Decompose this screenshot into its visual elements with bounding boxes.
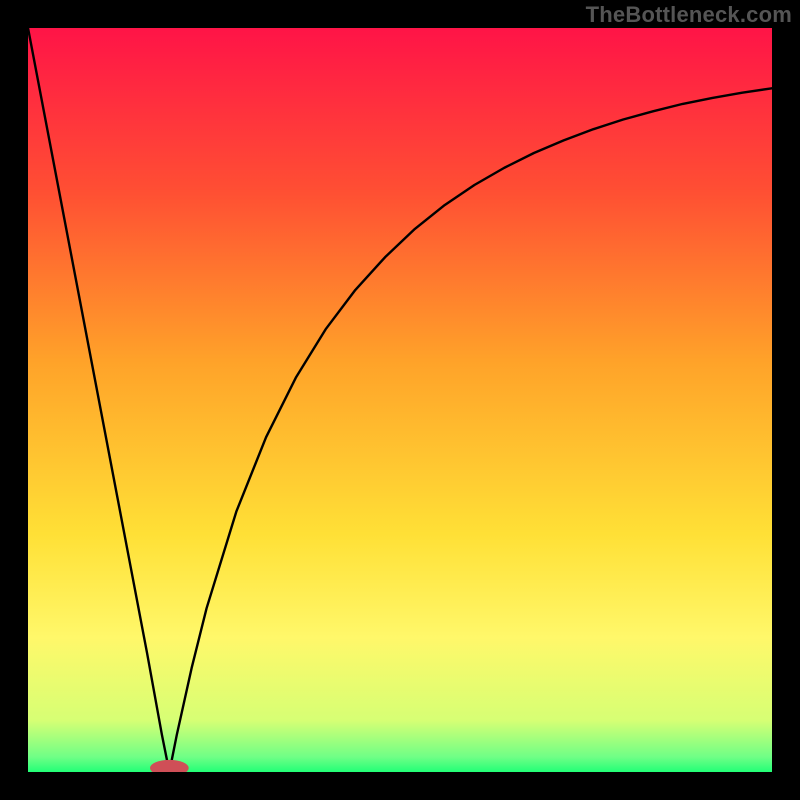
gradient-background: [28, 28, 772, 772]
chart-svg: [28, 28, 772, 772]
chart-frame: TheBottleneck.com: [0, 0, 800, 800]
watermark-label: TheBottleneck.com: [586, 2, 792, 28]
chart-plot-area: [28, 28, 772, 772]
